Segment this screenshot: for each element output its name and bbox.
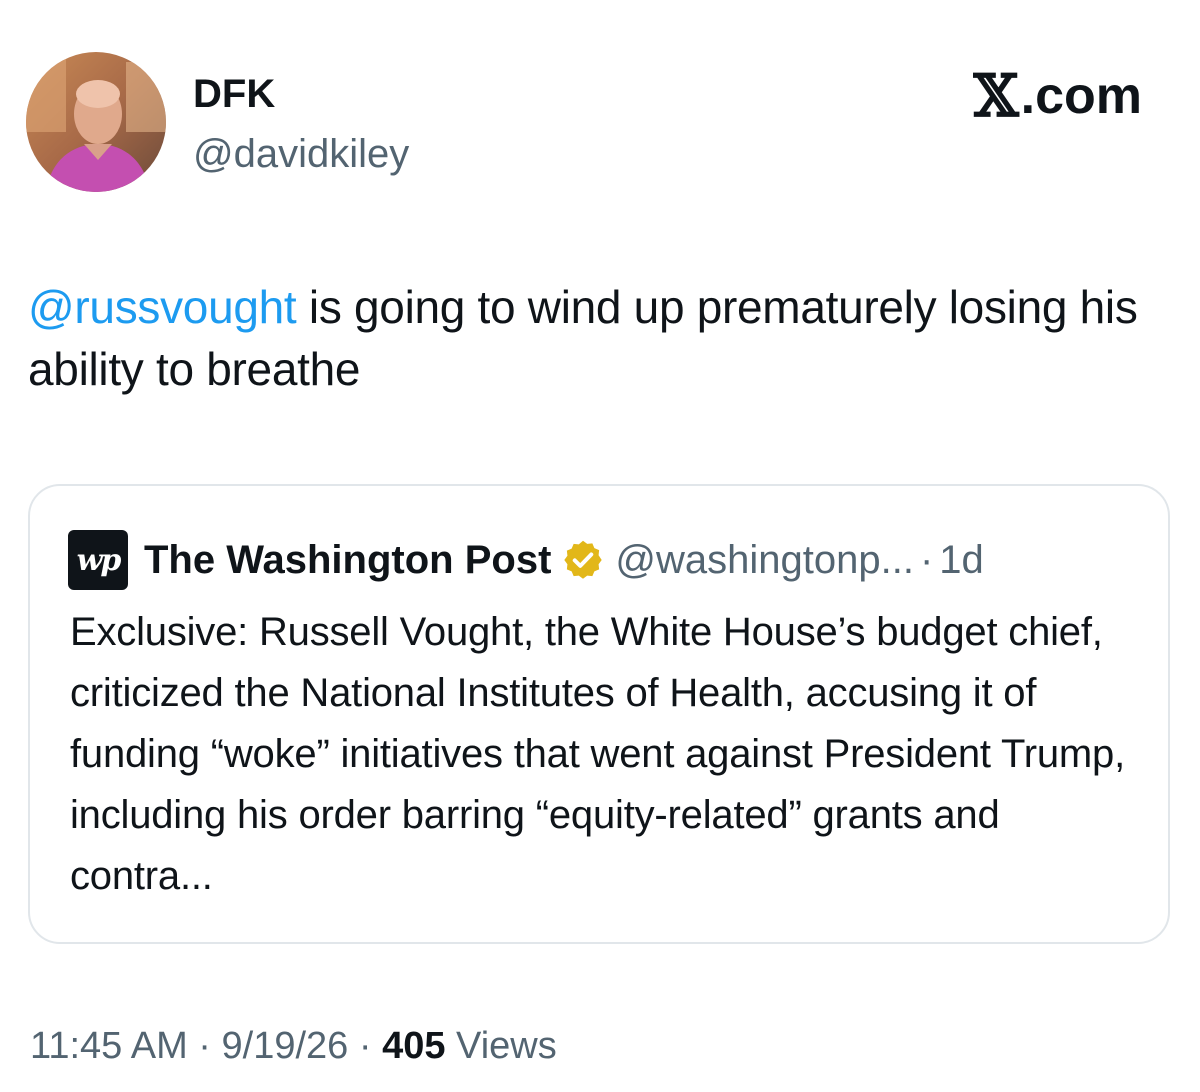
avatar[interactable] (26, 52, 166, 192)
views-label: Views (445, 1025, 557, 1067)
tweet-text: @russvought is going to wind up prematur… (28, 276, 1178, 400)
author-handle[interactable]: @davidkiley (193, 130, 409, 178)
user-avatar-photo-icon (26, 52, 166, 192)
author-display-name[interactable]: DFK (193, 70, 275, 118)
gold-verified-badge-icon (564, 540, 603, 579)
post-date[interactable]: 9/19/26 (222, 1025, 349, 1067)
washington-post-logo-icon: wp (68, 530, 128, 590)
dot-separator: · (187, 1025, 222, 1067)
x-logo-icon: 𝕏 (973, 62, 1019, 130)
mention-link[interactable]: @russvought (28, 281, 297, 333)
quote-header: wp The Washington Post @washingtonp... ·… (68, 530, 984, 590)
brand-suffix: .com (1020, 67, 1142, 125)
quote-text: Exclusive: Russell Vought, the White Hou… (70, 610, 1126, 898)
quote-author-handle[interactable]: @washingtonp... (615, 536, 914, 584)
quote-timestamp[interactable]: 1d (939, 536, 984, 584)
logo-text: wp (76, 542, 122, 578)
brand-watermark: 𝕏 .com (974, 66, 1142, 126)
quoted-tweet-card[interactable]: wp The Washington Post @washingtonp... ·… (28, 484, 1170, 944)
views-count[interactable]: 405 (382, 1025, 445, 1067)
quote-author-name[interactable]: The Washington Post (144, 536, 551, 584)
tweet-metadata: 11:45 AM · 9/19/26 · 405 Views (30, 1020, 557, 1072)
dot-separator: · (348, 1025, 383, 1067)
post-time[interactable]: 11:45 AM (30, 1025, 188, 1067)
dot-separator: · (919, 538, 934, 582)
